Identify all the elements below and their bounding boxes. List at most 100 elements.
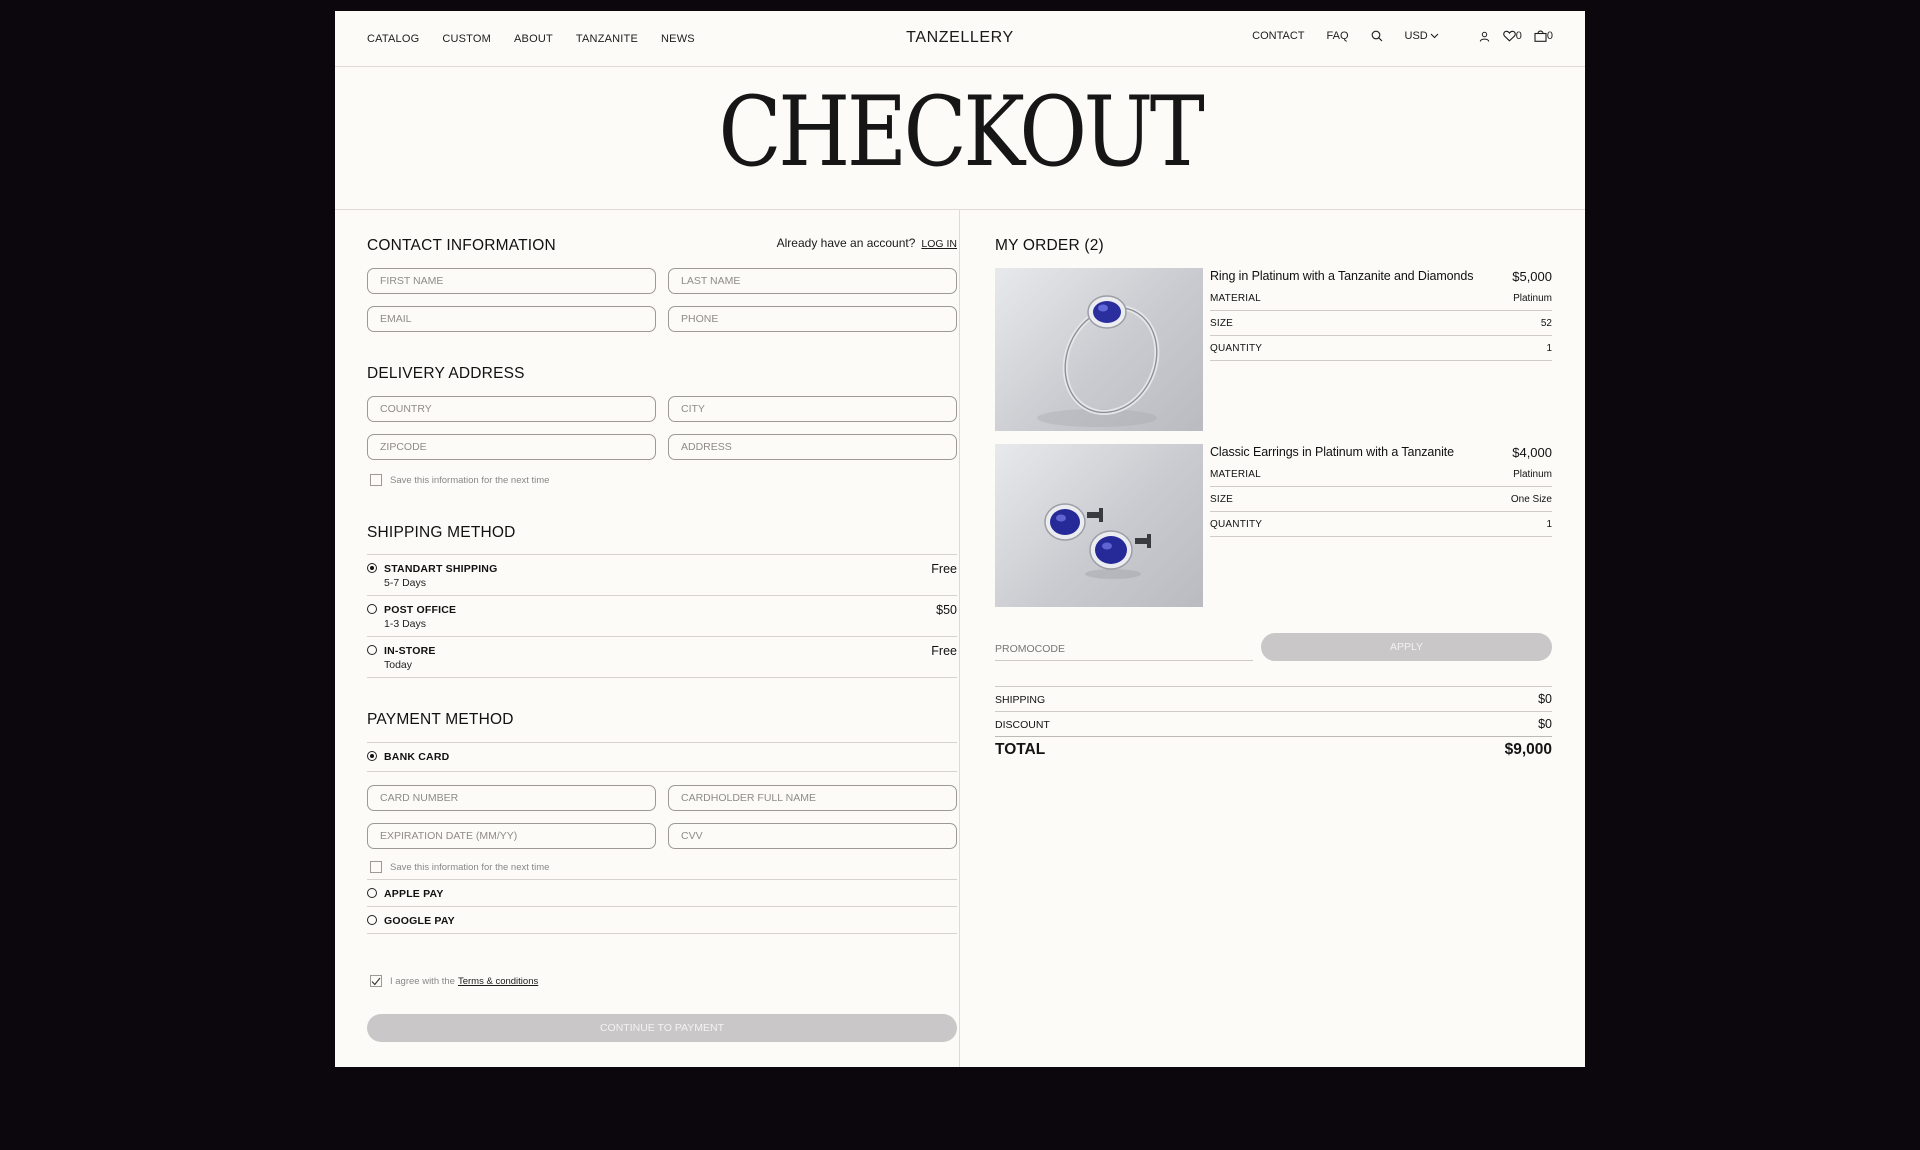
secondary-nav: CONTACT FAQ USD 0 0 bbox=[1230, 30, 1553, 42]
cart-button[interactable]: 0 bbox=[1534, 30, 1553, 42]
spec-label: SIZE bbox=[1210, 494, 1234, 505]
product-name[interactable]: Ring in Platinum with a Tanzanite and Di… bbox=[1210, 269, 1473, 283]
radio-button[interactable] bbox=[367, 563, 377, 573]
order-total-row: TOTAL $9,000 bbox=[995, 736, 1552, 762]
radio-button[interactable] bbox=[367, 888, 377, 898]
cart-count: 0 bbox=[1546, 30, 1553, 42]
nav-contact[interactable]: CONTACT bbox=[1252, 30, 1304, 42]
terms-checkbox[interactable]: I agree with the Terms & conditions bbox=[370, 975, 538, 987]
column-divider bbox=[959, 210, 960, 1067]
shipping-option-label: STANDART SHIPPING bbox=[384, 563, 498, 575]
divider bbox=[367, 879, 957, 880]
checkmark-icon bbox=[371, 977, 381, 985]
checkbox-box[interactable] bbox=[370, 474, 382, 486]
zipcode-field[interactable] bbox=[367, 434, 656, 460]
save-address-checkbox[interactable]: Save this information for the next time bbox=[370, 474, 549, 486]
currency-select[interactable]: USD bbox=[1405, 30, 1439, 42]
product-name[interactable]: Classic Earrings in Platinum with a Tanz… bbox=[1210, 445, 1454, 459]
top-navigation: CATALOG CUSTOM ABOUT TANZANITE NEWS TANZ… bbox=[335, 11, 1585, 67]
divider bbox=[367, 742, 957, 743]
spec-row-quantity: QUANTITY 1 bbox=[1210, 512, 1552, 537]
currency-value: USD bbox=[1404, 30, 1428, 42]
spec-row-size: SIZE One Size bbox=[1210, 487, 1552, 512]
heart-icon bbox=[1502, 30, 1516, 42]
promocode-input[interactable] bbox=[995, 637, 1253, 661]
divider bbox=[367, 906, 957, 907]
payment-method-title: PAYMENT METHOD bbox=[367, 711, 514, 728]
radio-button[interactable] bbox=[367, 604, 377, 614]
radio-button[interactable] bbox=[367, 915, 377, 925]
spec-row-material: MATERIAL Platinum bbox=[1210, 462, 1552, 487]
cardholder-name-field[interactable] bbox=[668, 785, 957, 811]
spec-label: QUANTITY bbox=[1210, 343, 1263, 354]
chevron-down-icon bbox=[1430, 33, 1439, 39]
hero-banner: CHECKOUT bbox=[335, 67, 1585, 210]
account-icon[interactable] bbox=[1479, 31, 1490, 42]
email-field[interactable] bbox=[367, 306, 656, 332]
shipping-option-price: Free bbox=[931, 562, 957, 576]
my-order-title: MY ORDER (2) bbox=[995, 237, 1104, 254]
shipping-option-price: $50 bbox=[936, 603, 957, 617]
page-title: CHECKOUT bbox=[718, 76, 1205, 188]
shopping-bag-icon bbox=[1534, 30, 1547, 42]
account-prompt-text: Already have an account? bbox=[776, 236, 916, 250]
product-price: $4,000 bbox=[1512, 445, 1552, 460]
spec-value: 1 bbox=[1546, 519, 1552, 530]
checkbox-box[interactable] bbox=[370, 975, 382, 987]
shipping-method-title: SHIPPING METHOD bbox=[367, 524, 516, 541]
divider bbox=[367, 933, 957, 934]
spec-row-material: MATERIAL Platinum bbox=[1210, 286, 1552, 311]
divider bbox=[367, 771, 957, 772]
shipping-option-label: IN-STORE bbox=[384, 645, 436, 657]
shipping-option-price: Free bbox=[931, 644, 957, 658]
radio-button[interactable] bbox=[367, 645, 377, 655]
save-card-label: Save this information for the next time bbox=[390, 861, 550, 873]
apply-promocode-button[interactable]: APPLY bbox=[1261, 633, 1552, 661]
divider bbox=[367, 595, 957, 596]
address-field[interactable] bbox=[668, 434, 957, 460]
summary-value: $0 bbox=[1538, 692, 1552, 706]
checkout-page: CATALOG CUSTOM ABOUT TANZANITE NEWS TANZ… bbox=[335, 11, 1585, 1067]
account-prompt: Already have an account? LOG IN bbox=[777, 236, 957, 250]
spec-row-size: SIZE 52 bbox=[1210, 311, 1552, 336]
country-field[interactable] bbox=[367, 396, 656, 422]
contact-info-title: CONTACT INFORMATION bbox=[367, 237, 556, 254]
total-label: TOTAL bbox=[995, 741, 1046, 758]
spec-row-quantity: QUANTITY 1 bbox=[1210, 336, 1552, 361]
search-icon[interactable] bbox=[1371, 30, 1383, 42]
discount-row: DISCOUNT $0 bbox=[995, 711, 1552, 736]
first-name-field[interactable] bbox=[367, 268, 656, 294]
shipping-total-row: SHIPPING $0 bbox=[995, 686, 1552, 711]
expiration-date-field[interactable] bbox=[367, 823, 656, 849]
summary-label: DISCOUNT bbox=[995, 719, 1050, 731]
continue-to-payment-button[interactable]: CONTINUE TO PAYMENT bbox=[367, 1014, 957, 1042]
save-card-checkbox[interactable]: Save this information for the next time bbox=[370, 861, 549, 873]
nav-faq[interactable]: FAQ bbox=[1327, 30, 1349, 42]
phone-field[interactable] bbox=[668, 306, 957, 332]
divider bbox=[367, 636, 957, 637]
delivery-address-title: DELIVERY ADDRESS bbox=[367, 365, 525, 382]
card-number-field[interactable] bbox=[367, 785, 656, 811]
product-price: $5,000 bbox=[1512, 269, 1552, 284]
wishlist-button[interactable]: 0 bbox=[1502, 30, 1522, 42]
last-name-field[interactable] bbox=[668, 268, 957, 294]
checkbox-box[interactable] bbox=[370, 861, 382, 873]
shipping-option-duration: 5-7 Days bbox=[384, 577, 427, 589]
spec-value: 1 bbox=[1546, 343, 1552, 354]
spec-label: SIZE bbox=[1210, 318, 1234, 329]
spec-label: MATERIAL bbox=[1210, 293, 1261, 304]
spec-label: QUANTITY bbox=[1210, 519, 1263, 530]
spec-value: 52 bbox=[1540, 318, 1552, 329]
ring-product-image[interactable] bbox=[995, 268, 1203, 431]
earrings-product-image[interactable] bbox=[995, 444, 1203, 607]
payment-option-label: GOOGLE PAY bbox=[384, 915, 455, 927]
radio-button[interactable] bbox=[367, 751, 377, 761]
login-link[interactable]: LOG IN bbox=[921, 238, 957, 250]
summary-label: SHIPPING bbox=[995, 694, 1046, 706]
save-address-label: Save this information for the next time bbox=[390, 474, 550, 486]
cvv-field[interactable] bbox=[668, 823, 957, 849]
divider bbox=[367, 554, 957, 555]
spec-value: Platinum bbox=[1513, 469, 1552, 480]
terms-link[interactable]: Terms & conditions bbox=[458, 976, 538, 987]
city-field[interactable] bbox=[668, 396, 957, 422]
